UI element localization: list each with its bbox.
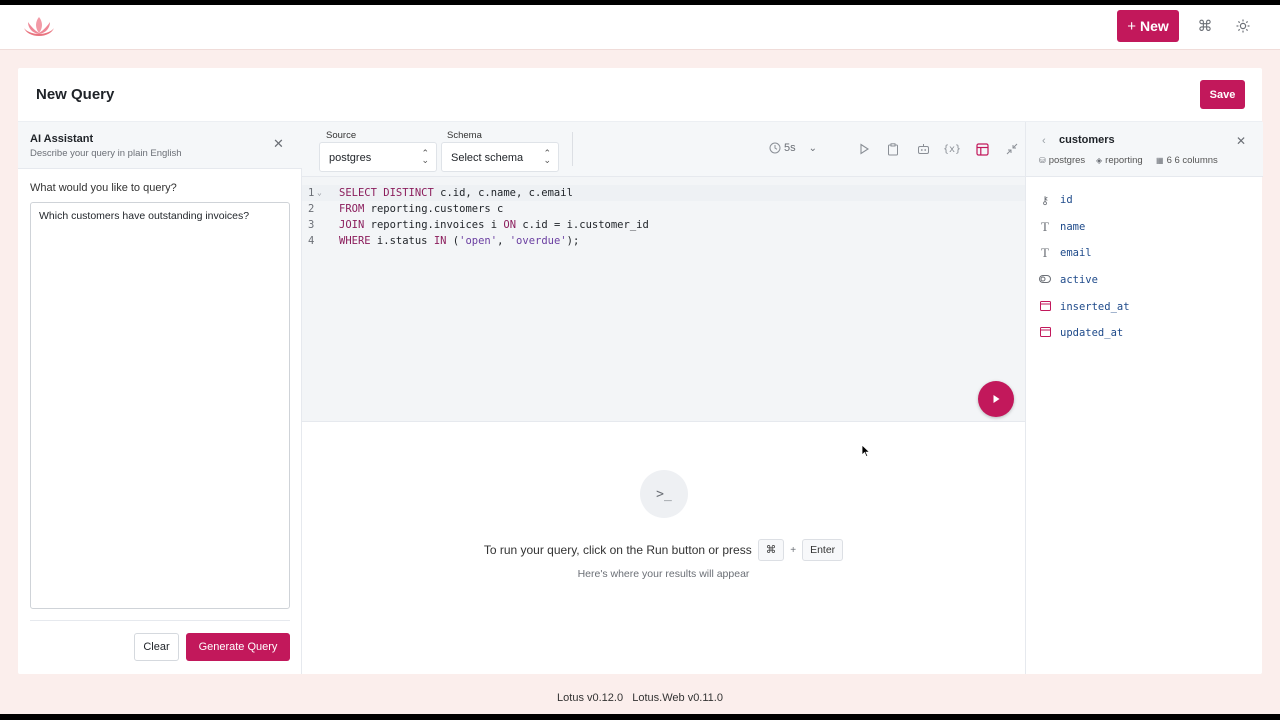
column-name: active [1060, 274, 1098, 286]
close-icon[interactable]: ✕ [273, 136, 284, 152]
version-footer: Lotus v0.12.0 Lotus.Web v0.11.0 [557, 692, 723, 704]
select-caret-icon: ⌃ ⌄ [543, 148, 551, 165]
column-item[interactable]: ⚷ id [1039, 191, 1073, 209]
terminal-icon: >_ [640, 470, 688, 518]
table-icon: ▦ [1156, 156, 1164, 165]
layers-icon: ◈ [1096, 156, 1103, 165]
code-line: 3 JOIN reporting.invoices i ON c.id = i.… [302, 217, 1025, 233]
column-item[interactable]: T name [1039, 218, 1085, 236]
command-icon[interactable]: ⌘ [1196, 17, 1214, 35]
clear-button[interactable]: Clear [134, 633, 179, 661]
meta-schema-text: reporting [1105, 155, 1143, 166]
key-icon: ⚷ [1040, 194, 1050, 207]
lotus-logo-icon[interactable] [22, 14, 56, 40]
schema-select[interactable]: Select schema ⌃ ⌄ [441, 142, 559, 172]
prompt-input[interactable] [30, 202, 290, 609]
calendar-icon [1039, 300, 1051, 314]
calendar-icon [1039, 326, 1051, 340]
timeout-select[interactable]: 5s ⌄ [769, 142, 817, 154]
meta-columns: ▦ 6 6 columns [1156, 155, 1218, 166]
plus-icon: + [1127, 17, 1136, 35]
column-item[interactable]: updated_at [1039, 324, 1123, 342]
app-window: + New ⌘ New Query Save AI Assistant Desc… [0, 5, 1280, 714]
table-name: customers [1059, 134, 1115, 146]
clock-icon [769, 142, 781, 154]
run-hint-text: To run your query, click on the Run butt… [483, 543, 752, 557]
fold-chevron-icon[interactable]: ⌄ [317, 185, 322, 201]
top-bar: + New ⌘ [0, 5, 1280, 50]
column-name: id [1060, 194, 1073, 206]
column-name: name [1060, 221, 1086, 233]
line-number: 3 [308, 219, 315, 231]
results-placeholder: Here's where your results will appear [577, 568, 750, 580]
timeout-value: 5s [784, 142, 796, 154]
results-area: >_ To run your query, click on the Run b… [302, 423, 1025, 674]
editor-toolbar: Source postgres ⌃ ⌄ Schema Select schema … [302, 122, 1025, 177]
run-hint: To run your query, click on the Run butt… [302, 539, 1025, 561]
play-icon [993, 395, 1000, 403]
run-query-button[interactable] [978, 381, 1014, 417]
new-button[interactable]: + New [1117, 10, 1179, 42]
table-icon[interactable] [974, 141, 990, 157]
ai-assistant-panel: AI Assistant Describe your query in plai… [18, 122, 302, 674]
variables-icon[interactable]: {x} [943, 141, 961, 157]
text-type-icon: T [1041, 245, 1049, 260]
page-title: New Query [36, 86, 115, 103]
clipboard-icon[interactable] [885, 141, 901, 157]
column-item[interactable]: active [1039, 271, 1098, 289]
meta-source-text: postgres [1048, 155, 1086, 166]
code-line: 1 ⌄ SELECT DISTINCT c.id, c.name, c.emai… [302, 185, 1025, 201]
schema-panel-header: ‹ customers ✕ ⛁ postgres ◈ reporting ▦ 6… [1026, 122, 1263, 177]
code-text: SELECT DISTINCT c.id, c.name, c.email [339, 187, 573, 199]
new-button-label: New [1139, 18, 1169, 34]
key-plus: + [790, 544, 797, 556]
column-name: inserted_at [1060, 301, 1130, 313]
robot-icon[interactable] [915, 141, 931, 157]
divider [30, 620, 290, 621]
ai-assistant-subtitle: Describe your query in plain English [30, 148, 182, 159]
save-button[interactable]: Save [1200, 80, 1245, 109]
code-line: 4 WHERE i.status IN ('open', 'overdue'); [302, 233, 1025, 249]
chevron-down-icon: ⌄ [808, 142, 818, 154]
prompt-label: What would you like to query? [30, 182, 177, 194]
minimize-icon[interactable] [1004, 141, 1020, 157]
column-name: email [1060, 247, 1092, 259]
meta-columns-text: 6 6 columns [1166, 155, 1218, 166]
code-text: FROM reporting.customers c [339, 203, 504, 215]
source-select-value: postgres [329, 152, 372, 164]
code-text: JOIN reporting.invoices i ON c.id = i.cu… [339, 219, 649, 231]
ai-assistant-title: AI Assistant [30, 133, 94, 145]
toolbar-separator [572, 132, 573, 166]
column-item[interactable]: T email [1039, 244, 1092, 262]
generate-query-button[interactable]: Generate Query [186, 633, 290, 661]
chevron-left-icon[interactable]: ‹ [1042, 135, 1046, 147]
line-number: 4 [308, 235, 315, 247]
text-type-icon: T [1041, 219, 1049, 234]
toggle-icon [1039, 274, 1051, 286]
card-header: New Query Save [18, 68, 1262, 122]
source-label: Source [326, 130, 357, 141]
theme-toggle-icon[interactable] [1234, 17, 1252, 35]
schema-select-value: Select schema [451, 152, 524, 164]
line-number: 2 [308, 203, 315, 215]
column-name: updated_at [1060, 327, 1124, 339]
play-icon[interactable] [856, 141, 872, 157]
code-text: WHERE i.status IN ('open', 'overdue'); [339, 235, 580, 247]
sql-editor[interactable]: 1 ⌄ SELECT DISTINCT c.id, c.name, c.emai… [302, 177, 1025, 422]
meta-schema: ◈ reporting [1096, 155, 1143, 166]
schema-label: Schema [447, 130, 482, 141]
mouse-cursor-icon [861, 444, 871, 458]
ai-assistant-header: AI Assistant Describe your query in plai… [18, 122, 302, 169]
schema-panel: ‹ customers ✕ ⛁ postgres ◈ reporting ▦ 6… [1025, 122, 1263, 674]
close-icon[interactable]: ✕ [1236, 134, 1246, 148]
select-caret-icon: ⌃ ⌄ [421, 148, 429, 165]
source-select[interactable]: postgres ⌃ ⌄ [319, 142, 437, 172]
code-line: 2 FROM reporting.customers c [302, 201, 1025, 217]
meta-source: ⛁ postgres [1039, 155, 1085, 166]
query-card: New Query Save AI Assistant Describe you… [18, 68, 1263, 674]
enter-key: Enter [802, 539, 844, 561]
command-key: ⌘ [757, 539, 785, 561]
database-icon: ⛁ [1039, 156, 1046, 165]
column-item[interactable]: inserted_at [1039, 298, 1130, 316]
